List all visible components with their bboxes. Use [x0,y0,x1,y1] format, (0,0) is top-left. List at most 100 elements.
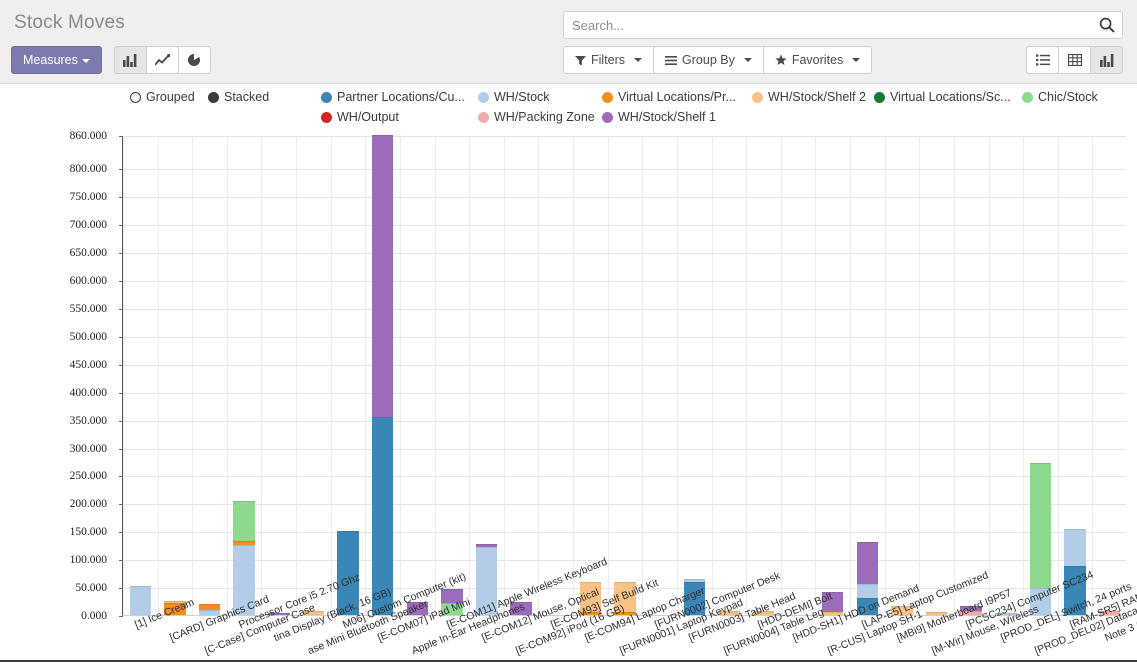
vertical-gridline [642,136,643,615]
legend-item[interactable]: WH/Packing Zone [478,110,595,124]
bar-column[interactable] [752,610,775,615]
legend-item[interactable]: WH/Stock [478,90,550,104]
bar-segment[interactable] [337,531,359,615]
y-axis-tick-label: 300.000 [69,442,107,455]
y-axis-tick-label: 800.000 [69,163,107,176]
bar-segment[interactable] [233,501,255,542]
vertical-gridline [885,136,886,615]
bar-column[interactable] [614,581,636,615]
search-input[interactable] [564,12,1092,38]
bar-column[interactable] [925,611,948,615]
bar-column[interactable] [891,605,913,615]
legend-mode-stacked[interactable]: Stacked [208,90,269,104]
bar-column[interactable] [406,601,428,615]
gridline [123,476,1126,478]
bar-segment[interactable] [302,610,325,615]
legend-mode-grouped[interactable]: Grouped [130,90,195,104]
bar-column[interactable] [268,613,290,615]
bar-column[interactable] [1064,529,1086,615]
bar-segment[interactable] [406,601,428,615]
legend-item[interactable]: WH/Output [321,110,399,124]
bar-segment[interactable] [752,610,775,615]
graph-view-icon-button[interactable] [1090,46,1123,74]
bar-segment[interactable] [129,585,152,615]
bar-column[interactable] [995,613,1017,615]
filters-button[interactable]: Filters [563,46,655,74]
bar-segment[interactable] [925,611,948,615]
bar-column[interactable] [475,543,498,615]
bar-segment[interactable] [856,598,879,615]
bar-segment[interactable] [856,583,879,599]
bar-column[interactable] [164,600,186,615]
vertical-gridline [677,136,678,615]
bar-segment[interactable] [510,601,532,615]
group-by-button[interactable]: Group By [653,46,764,74]
bar-segment[interactable] [1064,566,1086,615]
legend-item[interactable]: Virtual Locations/Pr... [602,90,736,104]
bar-segment[interactable] [371,416,394,615]
search-button[interactable] [1092,12,1122,38]
favorites-button[interactable]: Favorites [762,46,873,74]
bar-column[interactable] [302,610,325,615]
bar-column[interactable] [1098,610,1121,615]
legend-item[interactable]: WH/Stock/Shelf 2 [752,90,866,104]
bar-column[interactable] [579,581,602,615]
legend-item[interactable]: WH/Stock/Shelf 1 [602,110,716,124]
bar-column[interactable] [856,542,879,615]
bar-segment[interactable] [1098,610,1121,615]
bar-column[interactable] [1029,463,1052,615]
bar-segment[interactable] [856,542,879,584]
bar-column[interactable] [198,603,221,615]
legend-mode-label: Grouped [146,90,195,104]
bar-column[interactable] [510,601,532,615]
bar-segment[interactable] [579,581,602,612]
bar-segment[interactable] [475,546,498,615]
bar-segment[interactable] [198,609,221,615]
bar-segment[interactable] [441,602,463,615]
bar-column[interactable] [960,605,982,615]
legend-label: Virtual Locations/Sc... [890,90,1011,104]
line-chart-icon-button[interactable] [145,46,179,74]
bar-segment[interactable] [718,610,740,615]
pivot-view-icon-button[interactable] [1058,46,1091,74]
bar-segment[interactable] [1029,588,1052,615]
bar-segment[interactable] [995,613,1017,615]
vertical-gridline [850,136,851,615]
bar-column[interactable] [821,591,844,615]
bar-column[interactable] [441,589,463,615]
bar-column[interactable] [683,578,705,615]
bar-segment[interactable] [960,610,982,615]
legend-label: WH/Output [337,110,399,124]
bar-segment[interactable] [614,611,636,615]
bar-segment[interactable] [683,581,705,615]
bar-column[interactable] [371,135,394,615]
chart-type-group [113,46,211,74]
bar-segment[interactable] [821,591,844,612]
legend-item[interactable]: Partner Locations/Cu... [321,90,465,104]
vertical-gridline [989,136,990,615]
vertical-gridline [815,136,816,615]
legend-item[interactable]: Virtual Locations/Sc... [874,90,1011,104]
bar-column[interactable] [233,501,255,615]
bar-column[interactable] [337,531,359,615]
vertical-gridline [435,136,436,615]
bar-segment[interactable] [579,611,602,615]
bar-segment[interactable] [441,589,463,603]
bar-segment[interactable] [164,602,186,615]
bar-segment[interactable] [614,581,636,612]
measures-button[interactable]: Measures [11,46,102,74]
bar-segment[interactable] [371,135,394,417]
pie-chart-icon-button[interactable] [177,46,211,74]
search-box[interactable] [563,11,1123,39]
bar-segment[interactable] [1029,463,1052,589]
bar-column[interactable] [129,585,152,615]
bar-segment[interactable] [891,605,913,615]
bar-segment[interactable] [268,613,290,615]
bar-segment[interactable] [821,611,844,615]
bar-segment[interactable] [233,544,255,615]
bar-segment[interactable] [1064,529,1086,567]
bar-chart-icon-button[interactable] [113,46,147,74]
list-view-icon-button[interactable] [1026,46,1059,74]
legend-item[interactable]: Chic/Stock [1022,90,1098,104]
bar-column[interactable] [718,610,740,615]
